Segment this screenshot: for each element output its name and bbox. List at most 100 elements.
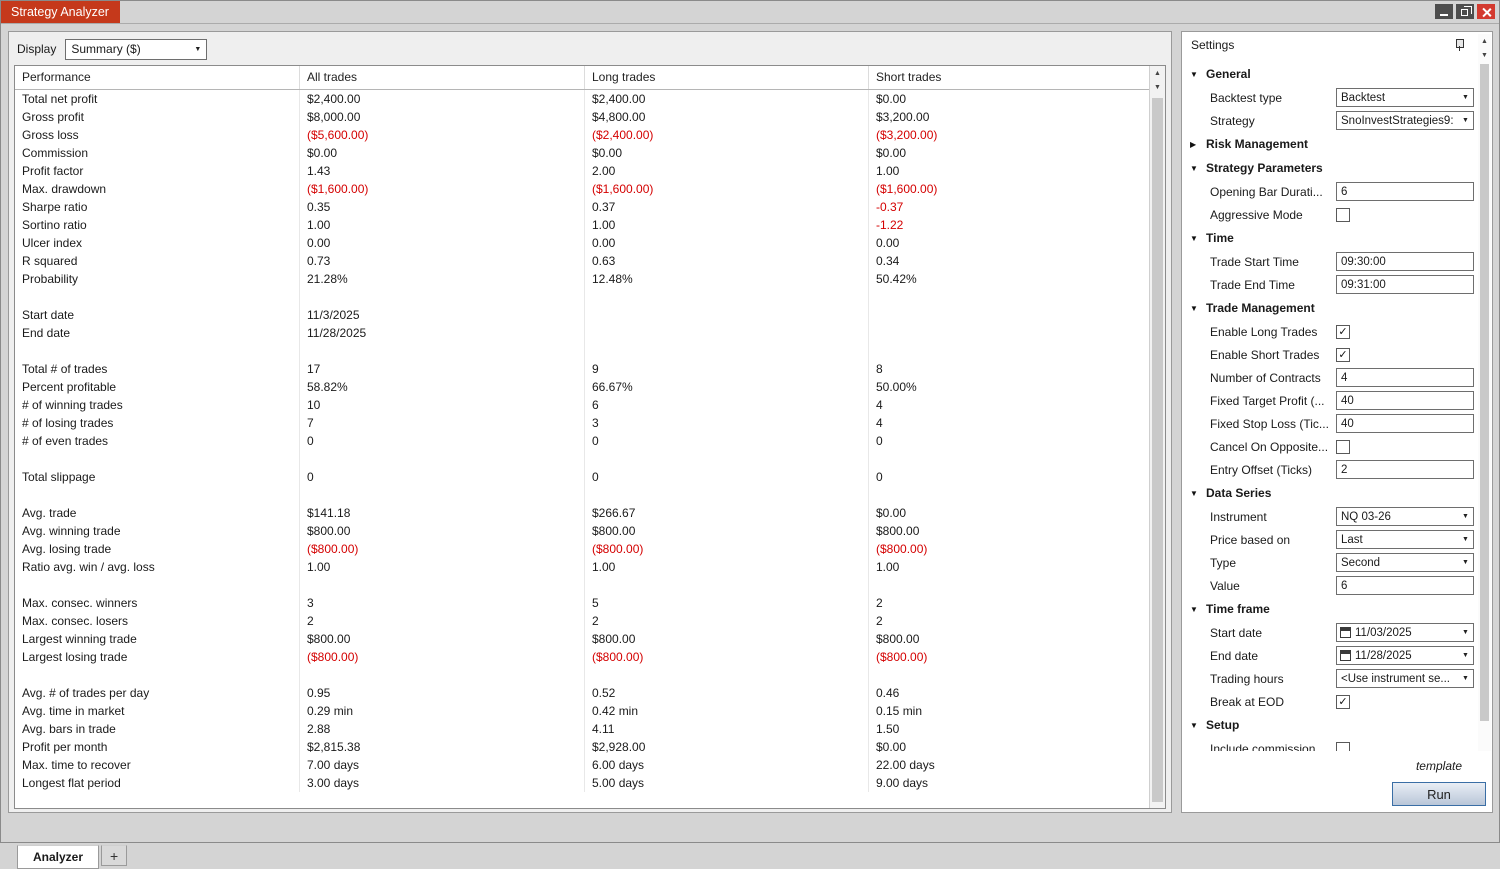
entry-offset-ticks-input[interactable]: 2 (1336, 460, 1474, 479)
column-header-short-trades[interactable]: Short trades (869, 66, 1149, 89)
metric-value (300, 666, 585, 684)
table-row[interactable]: Avg. bars in trade 2.88 4.11 1.50 (15, 720, 1149, 738)
table-row[interactable]: Commission $0.00 $0.00 $0.00 (15, 144, 1149, 162)
enable-short-trades-checkbox[interactable]: ✓ (1336, 347, 1350, 362)
section-time[interactable]: ▼ Time (1182, 226, 1477, 250)
trade-end-time-input[interactable]: 09:31:00 (1336, 275, 1474, 294)
section-time-frame[interactable]: ▼ Time frame (1182, 597, 1477, 621)
window-title-tab[interactable]: Strategy Analyzer (0, 0, 120, 23)
table-row-spacer (15, 486, 1149, 504)
table-row[interactable]: Sharpe ratio 0.35 0.37 -0.37 (15, 198, 1149, 216)
collapse-icon[interactable]: ▼ (1190, 304, 1201, 313)
table-row[interactable]: # of losing trades 7 3 4 (15, 414, 1149, 432)
run-button[interactable]: Run (1392, 782, 1486, 806)
setting-aggressive-mode: Aggressive Mode (1182, 203, 1477, 226)
backtest-type-dropdown[interactable]: Backtest ▼ (1336, 88, 1474, 107)
table-row[interactable]: Total # of trades 17 9 8 (15, 360, 1149, 378)
table-row[interactable]: # of even trades 0 0 0 (15, 432, 1149, 450)
table-row[interactable]: Max. drawdown ($1,600.00) ($1,600.00) ($1,6… (15, 180, 1149, 198)
table-row[interactable]: Largest winning trade $800.00 $800.00 $800.… (15, 630, 1149, 648)
expand-icon[interactable]: ▶ (1190, 140, 1201, 149)
column-header-performance[interactable]: Performance (15, 66, 300, 89)
start-date-dropdown[interactable]: 11/03/2025 ▼ (1336, 623, 1474, 642)
table-row[interactable]: # of winning trades 10 6 4 (15, 396, 1149, 414)
scroll-down-icon[interactable]: ▼ (1478, 48, 1491, 62)
table-row[interactable]: Avg. winning trade $800.00 $800.00 $800.00 (15, 522, 1149, 540)
section-strategy-parameters[interactable]: ▼ Strategy Parameters (1182, 156, 1477, 180)
metric-label: End date (15, 324, 300, 342)
fixed-target-profit-input[interactable]: 40 (1336, 391, 1474, 410)
section-label: Strategy Parameters (1206, 161, 1323, 175)
tab-analyzer[interactable]: Analyzer (17, 845, 100, 869)
column-header-all-trades[interactable]: All trades (300, 66, 585, 89)
add-tab-button[interactable]: + (101, 845, 128, 866)
table-row[interactable]: Max. consec. losers 2 2 2 (15, 612, 1149, 630)
table-row[interactable]: Total slippage 0 0 0 (15, 468, 1149, 486)
table-row[interactable]: Ratio avg. win / avg. loss 1.00 1.00 1.00 (15, 558, 1149, 576)
table-row[interactable]: Profit factor 1.43 2.00 1.00 (15, 162, 1149, 180)
cancel-on-opposite-checkbox[interactable] (1336, 439, 1350, 454)
scrollbar-thumb[interactable] (1480, 64, 1489, 721)
table-row[interactable]: Max. time to recover 7.00 days 6.00 days 22… (15, 756, 1149, 774)
fixed-stop-loss-tic-input[interactable]: 40 (1336, 414, 1474, 433)
table-row[interactable]: Avg. losing trade ($800.00) ($800.00) ($800… (15, 540, 1149, 558)
collapse-icon[interactable]: ▼ (1190, 234, 1201, 243)
break-at-eod-checkbox[interactable]: ✓ (1336, 694, 1350, 709)
column-header-long-trades[interactable]: Long trades (585, 66, 869, 89)
pin-icon[interactable] (1454, 38, 1464, 51)
section-data-series[interactable]: ▼ Data Series (1182, 481, 1477, 505)
display-dropdown[interactable]: Summary ($) ▼ (65, 38, 208, 60)
table-row[interactable]: Ulcer index 0.00 0.00 0.00 (15, 234, 1149, 252)
table-row[interactable]: R squared 0.73 0.63 0.34 (15, 252, 1149, 270)
table-row[interactable]: Largest losing trade ($800.00) ($800.00) ($… (15, 648, 1149, 666)
table-row[interactable]: Profit per month $2,815.38 $2,928.00 $0.00 (15, 738, 1149, 756)
collapse-icon[interactable]: ▼ (1190, 721, 1201, 730)
table-row[interactable]: Sortino ratio 1.00 1.00 -1.22 (15, 216, 1149, 234)
table-row[interactable]: Avg. time in market 0.29 min 0.42 min 0.15 … (15, 702, 1149, 720)
table-row[interactable]: Max. consec. winners 3 5 2 (15, 594, 1149, 612)
template-link[interactable]: template (1416, 759, 1462, 773)
scroll-up-icon[interactable]: ▲ (1150, 66, 1165, 80)
section-trade-management[interactable]: ▼ Trade Management (1182, 296, 1477, 320)
table-row[interactable]: Start date 11/3/2025 (15, 306, 1149, 324)
include-commission-checkbox[interactable] (1336, 741, 1350, 751)
strategy-dropdown[interactable]: SnoInvestStrategies9: ▼ (1336, 111, 1474, 130)
table-row[interactable]: Probability 21.28% 12.48% 50.42% (15, 270, 1149, 288)
scroll-down-icon[interactable]: ▼ (1150, 80, 1165, 94)
section-risk-management[interactable]: ▶ Risk Management (1182, 132, 1477, 156)
collapse-icon[interactable]: ▼ (1190, 164, 1201, 173)
price-based-on-dropdown[interactable]: Last ▼ (1336, 530, 1474, 549)
number-of-contracts-input[interactable]: 4 (1336, 368, 1474, 387)
aggressive-mode-checkbox[interactable] (1336, 207, 1350, 222)
table-row[interactable]: Gross loss ($5,600.00) ($2,400.00) ($3,200.… (15, 126, 1149, 144)
restore-button[interactable] (1456, 4, 1474, 19)
close-button[interactable] (1477, 4, 1495, 19)
table-scrollbar[interactable]: ▲ ▼ (1149, 66, 1165, 808)
metric-value (300, 486, 585, 504)
value-input[interactable]: 6 (1336, 576, 1474, 595)
opening-bar-durati-input[interactable]: 6 (1336, 182, 1474, 201)
instrument-dropdown[interactable]: NQ 03-26 ▼ (1336, 507, 1474, 526)
table-row[interactable]: End date 11/28/2025 (15, 324, 1149, 342)
end-date-dropdown[interactable]: 11/28/2025 ▼ (1336, 646, 1474, 665)
table-row[interactable]: Avg. trade $141.18 $266.67 $0.00 (15, 504, 1149, 522)
collapse-icon[interactable]: ▼ (1190, 605, 1201, 614)
table-row[interactable]: Longest flat period 3.00 days 5.00 days 9.0… (15, 774, 1149, 792)
section-general[interactable]: ▼ General (1182, 62, 1477, 86)
table-row[interactable]: Total net profit $2,400.00 $2,400.00 $0.00 (15, 90, 1149, 108)
enable-long-trades-checkbox[interactable]: ✓ (1336, 324, 1350, 339)
collapse-icon[interactable]: ▼ (1190, 70, 1201, 79)
scroll-up-icon[interactable]: ▲ (1478, 34, 1491, 48)
table-row[interactable]: Avg. # of trades per day 0.95 0.52 0.46 (15, 684, 1149, 702)
metric-value: 3 (300, 594, 585, 612)
collapse-icon[interactable]: ▼ (1190, 489, 1201, 498)
scrollbar-thumb[interactable] (1152, 98, 1163, 802)
table-row[interactable]: Gross profit $8,000.00 $4,800.00 $3,200.00 (15, 108, 1149, 126)
trading-hours-dropdown[interactable]: <Use instrument se... ▼ (1336, 669, 1474, 688)
type-dropdown[interactable]: Second ▼ (1336, 553, 1474, 572)
section-setup[interactable]: ▼ Setup (1182, 713, 1477, 737)
trade-start-time-input[interactable]: 09:30:00 (1336, 252, 1474, 271)
minimize-button[interactable] (1435, 4, 1453, 19)
table-row[interactable]: Percent profitable 58.82% 66.67% 50.00% (15, 378, 1149, 396)
settings-scrollbar[interactable]: ▲ ▼ (1478, 34, 1491, 751)
